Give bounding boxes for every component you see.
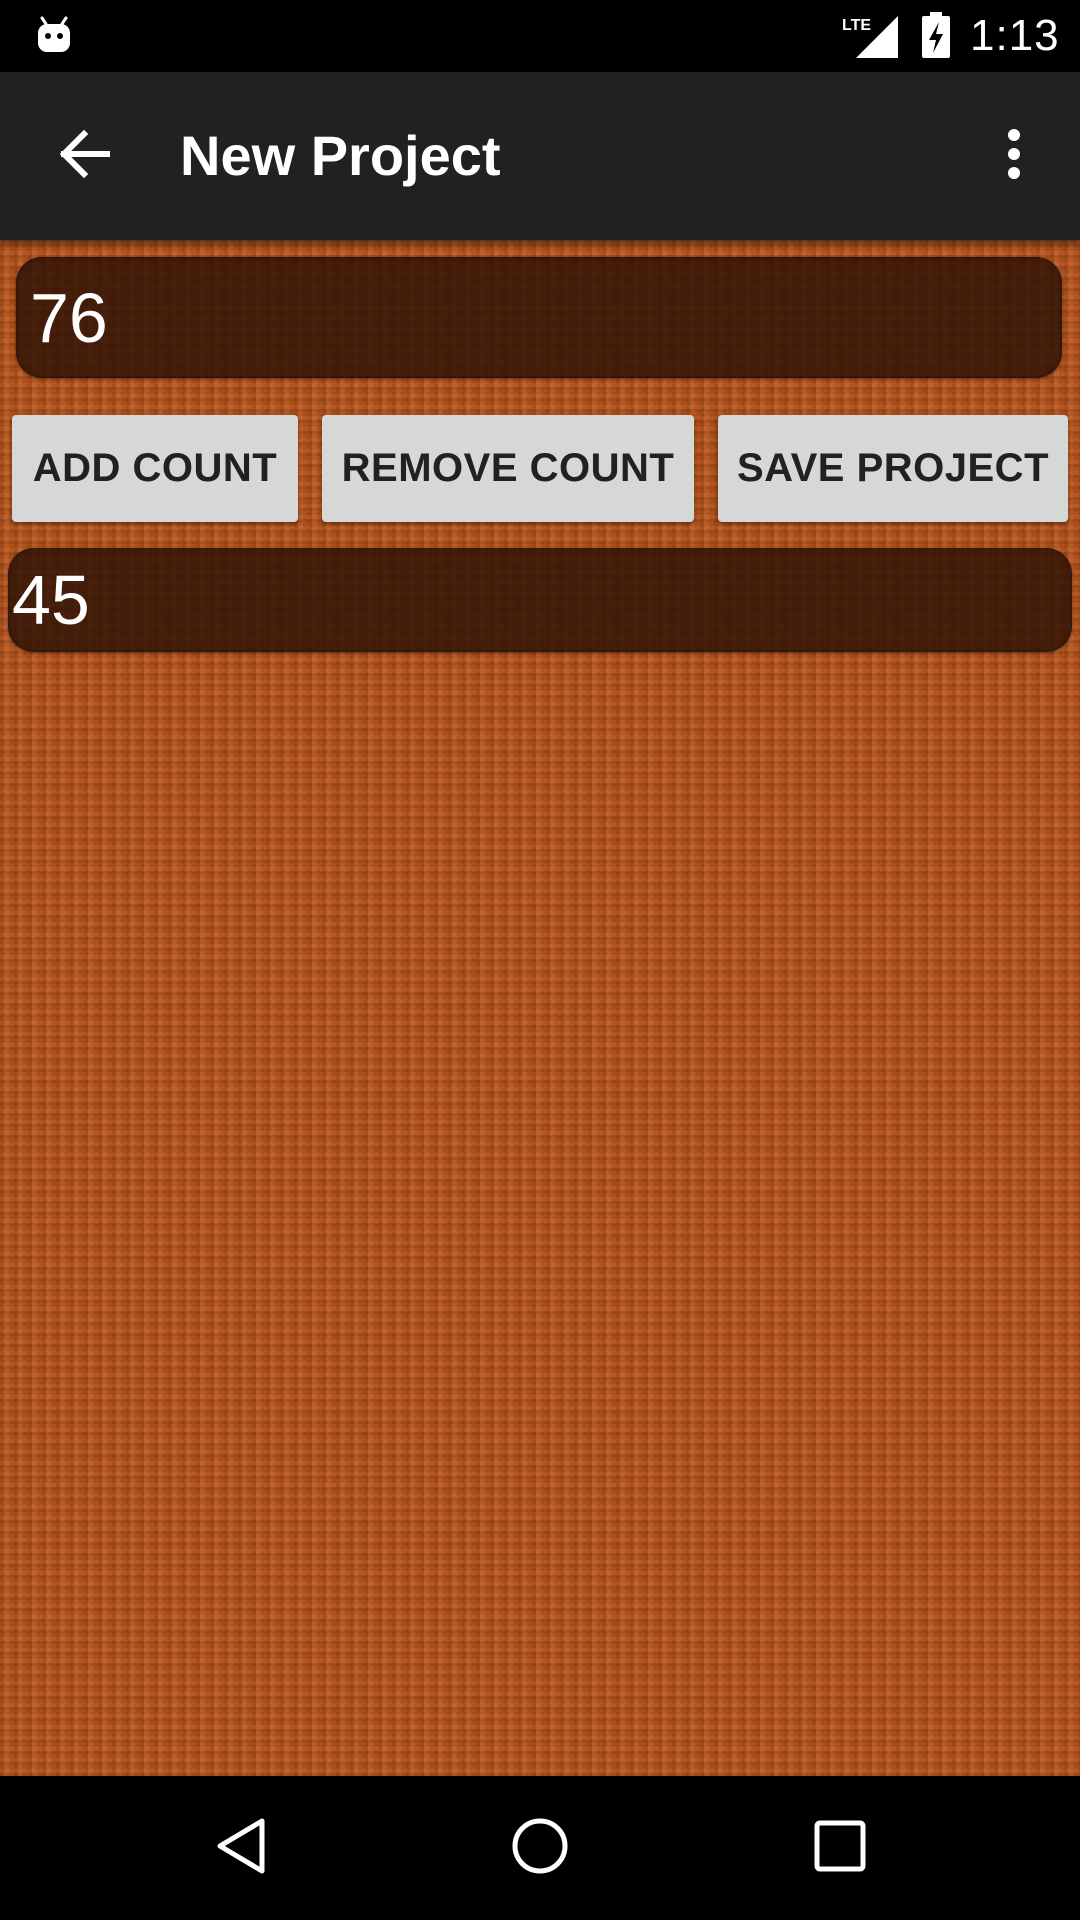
app-bar: New Project [0,72,1080,240]
triangle-back-icon [214,1817,266,1880]
secondary-count-value: 45 [12,561,90,639]
overflow-menu-button[interactable] [984,114,1044,198]
square-recents-icon [814,1820,866,1877]
nav-home-button[interactable] [480,1800,600,1896]
count-value: 76 [30,278,108,357]
knit-background: 76 ADD COUNT REMOVE COUNT SAVE PROJECT 4… [0,240,1080,1776]
arrow-back-icon [58,129,111,183]
battery-charging-icon [920,12,952,60]
status-bar: LTE 1:13 [0,0,1080,72]
android-icon [36,14,72,54]
nav-recents-button[interactable] [780,1800,900,1896]
svg-text:LTE: LTE [842,17,871,34]
remove-count-button[interactable]: REMOVE COUNT [322,415,694,522]
screen: LTE 1:13 New Project 76 ADD COUNT REMOVE… [0,0,1080,1920]
secondary-count-field[interactable]: 45 [8,548,1072,652]
nav-back-button[interactable] [180,1800,300,1896]
more-vert-icon [1006,128,1022,185]
add-count-button[interactable]: ADD COUNT [12,415,298,522]
navigation-bar [0,1776,1080,1920]
page-title: New Project [180,124,501,187]
save-project-button[interactable]: SAVE PROJECT [718,415,1068,522]
status-clock: 1:13 [970,11,1060,60]
circle-home-icon [510,1816,570,1881]
count-display: 76 [16,257,1062,378]
lte-signal-icon: LTE [842,14,898,58]
back-button[interactable] [42,114,126,198]
